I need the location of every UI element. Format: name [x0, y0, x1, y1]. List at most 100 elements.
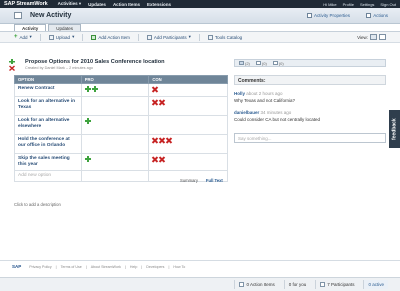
- nav-action-items[interactable]: Action Items: [113, 2, 140, 7]
- table-row[interactable]: Renew Contract: [14, 83, 228, 97]
- tab-activity[interactable]: Activity: [14, 24, 47, 31]
- profile-link[interactable]: Profile: [343, 2, 354, 7]
- con-vote-icon: [152, 86, 158, 92]
- table-row[interactable]: Hold the conference at our office in Orl…: [14, 134, 228, 154]
- upload-icon: [48, 34, 54, 40]
- add-label: Add: [19, 34, 28, 40]
- active-status[interactable]: 0 active: [363, 280, 388, 289]
- chevron-down-icon: ▾: [72, 34, 75, 39]
- sign-out-link[interactable]: Sign Out: [380, 2, 396, 7]
- footer-divider: [0, 260, 400, 261]
- sap-logo: SAP: [12, 264, 22, 269]
- con-vote-icon: [159, 99, 165, 105]
- comment-author[interactable]: Holly: [234, 91, 245, 96]
- comment-meta: Holly about 2 hours ago: [234, 91, 386, 96]
- view-label: View:: [357, 34, 368, 40]
- nav-extensions[interactable]: Extensions: [147, 2, 171, 7]
- table-row[interactable]: Look for an alternative in Texas: [14, 96, 228, 116]
- con-cell[interactable]: [148, 115, 228, 135]
- pro-vote-icon: [84, 118, 91, 124]
- user-links: Hi Mike Profile Settings Sign Out: [323, 2, 396, 7]
- feedback-tab[interactable]: feedback: [389, 110, 400, 148]
- participants-status[interactable]: 7 Participants: [315, 280, 358, 289]
- add-option-input[interactable]: Add new option: [14, 170, 82, 182]
- comment-body: Why Texas and not California?: [234, 98, 295, 103]
- view-switcher: View:: [357, 34, 386, 40]
- people-icon: [320, 282, 326, 287]
- pro-cell[interactable]: [80, 83, 150, 97]
- attachments-filter[interactable]: (0): [255, 61, 267, 66]
- view-list-icon[interactable]: [379, 34, 386, 40]
- title-bar: New Activity Activity Properties Actions: [0, 8, 400, 24]
- table-row[interactable]: Look for an alternative elsewhere: [14, 115, 228, 135]
- option-cell[interactable]: Skip the sales meeting this year: [14, 153, 82, 171]
- comment-meta: danielbauer 34 minutes ago: [234, 110, 386, 115]
- nav-updates[interactable]: Updates: [88, 2, 106, 7]
- link-icon: [272, 61, 278, 65]
- add-action-item-button[interactable]: Add Action Item: [91, 34, 130, 40]
- add-participants-label: Add Participants: [153, 34, 187, 40]
- footer-link-developers[interactable]: Developers: [146, 265, 164, 269]
- comment-body: Could consider CA but not centrally loca…: [234, 117, 321, 122]
- con-cell[interactable]: [148, 134, 228, 154]
- summary-link[interactable]: Summary: [180, 178, 198, 183]
- option-cell[interactable]: Look for an alternative in Texas: [14, 96, 82, 116]
- footer-link-terms[interactable]: Terms of Use: [61, 265, 82, 269]
- toolbar-divider: [39, 33, 41, 41]
- comments-filter[interactable]: (2): [239, 61, 250, 66]
- activity-properties-label: Activity Properties: [313, 13, 350, 18]
- upload-button[interactable]: Upload ▾: [48, 34, 75, 40]
- upload-label: Upload: [55, 34, 71, 40]
- comment-item: danielbauer 34 minutes ago Could conside…: [234, 110, 386, 122]
- pro-con-icon: [9, 59, 15, 71]
- active-count: 0 active: [368, 282, 384, 287]
- option-cell[interactable]: Hold the conference at our office in Orl…: [14, 134, 82, 154]
- con-cell[interactable]: [148, 96, 228, 116]
- links-filter[interactable]: (0): [272, 61, 284, 66]
- column-pro: PRO: [80, 75, 150, 84]
- view-grid-icon[interactable]: [370, 34, 377, 40]
- con-cell[interactable]: [148, 153, 228, 171]
- option-cell[interactable]: Renew Contract: [14, 83, 82, 97]
- settings-link[interactable]: Settings: [360, 2, 374, 7]
- attachment-icon: [255, 61, 261, 65]
- participants-icon: [146, 34, 152, 40]
- add-participants-button[interactable]: Add Participants ▾: [146, 34, 191, 40]
- pro-cell: [80, 170, 150, 182]
- tab-bar: Activity Updates: [14, 24, 82, 31]
- properties-icon: [306, 13, 312, 18]
- add-description-link[interactable]: Click to add a description: [14, 202, 61, 207]
- add-button[interactable]: + Add ▾: [14, 34, 32, 40]
- con-vote-icon: [152, 99, 158, 105]
- comments-toolbar: (2) (0) (0): [234, 59, 386, 67]
- table-row[interactable]: Skip the sales meeting this year: [14, 153, 228, 171]
- actions-label: Actions: [373, 13, 388, 18]
- nav-activities[interactable]: Activities ▾: [58, 1, 82, 7]
- comment-item: Holly about 2 hours ago Why Texas and no…: [234, 91, 386, 103]
- pro-cell[interactable]: [80, 96, 150, 116]
- footer-link-help[interactable]: Help: [130, 265, 137, 269]
- footer: SAP Privacy Policy | Terms of Use | About …: [12, 264, 186, 269]
- comment-input[interactable]: Say something...: [234, 133, 386, 143]
- streamwork-logo[interactable]: SAP StreamWork: [4, 1, 48, 7]
- full-text-link[interactable]: Full Text: [206, 178, 223, 183]
- tools-catalog-button[interactable]: Tools Catalog: [207, 34, 242, 40]
- pro-cell[interactable]: [80, 134, 150, 154]
- pro-cell[interactable]: [80, 153, 150, 171]
- activity-properties-button[interactable]: Activity Properties: [306, 13, 350, 18]
- footer-link-about[interactable]: About StreamWork: [91, 265, 121, 269]
- con-cell[interactable]: [148, 83, 228, 97]
- option-cell[interactable]: Look for an alternative elsewhere: [14, 115, 82, 135]
- footer-link-howto[interactable]: How To: [173, 265, 185, 269]
- actions-button[interactable]: Actions: [366, 13, 388, 18]
- for-you-status[interactable]: 0 for you: [283, 280, 311, 289]
- tab-updates[interactable]: Updates: [48, 24, 82, 31]
- footer-link-privacy[interactable]: Privacy Policy: [29, 265, 51, 269]
- action-items-count: 0 Action Items: [246, 282, 275, 287]
- comment-author[interactable]: danielbauer: [234, 110, 259, 115]
- action-items-status[interactable]: 0 Action Items: [234, 280, 278, 289]
- pro-vote-icon: [84, 86, 91, 92]
- action-item-icon: [239, 282, 245, 287]
- activity-icon: [14, 12, 22, 19]
- pro-cell[interactable]: [80, 115, 150, 135]
